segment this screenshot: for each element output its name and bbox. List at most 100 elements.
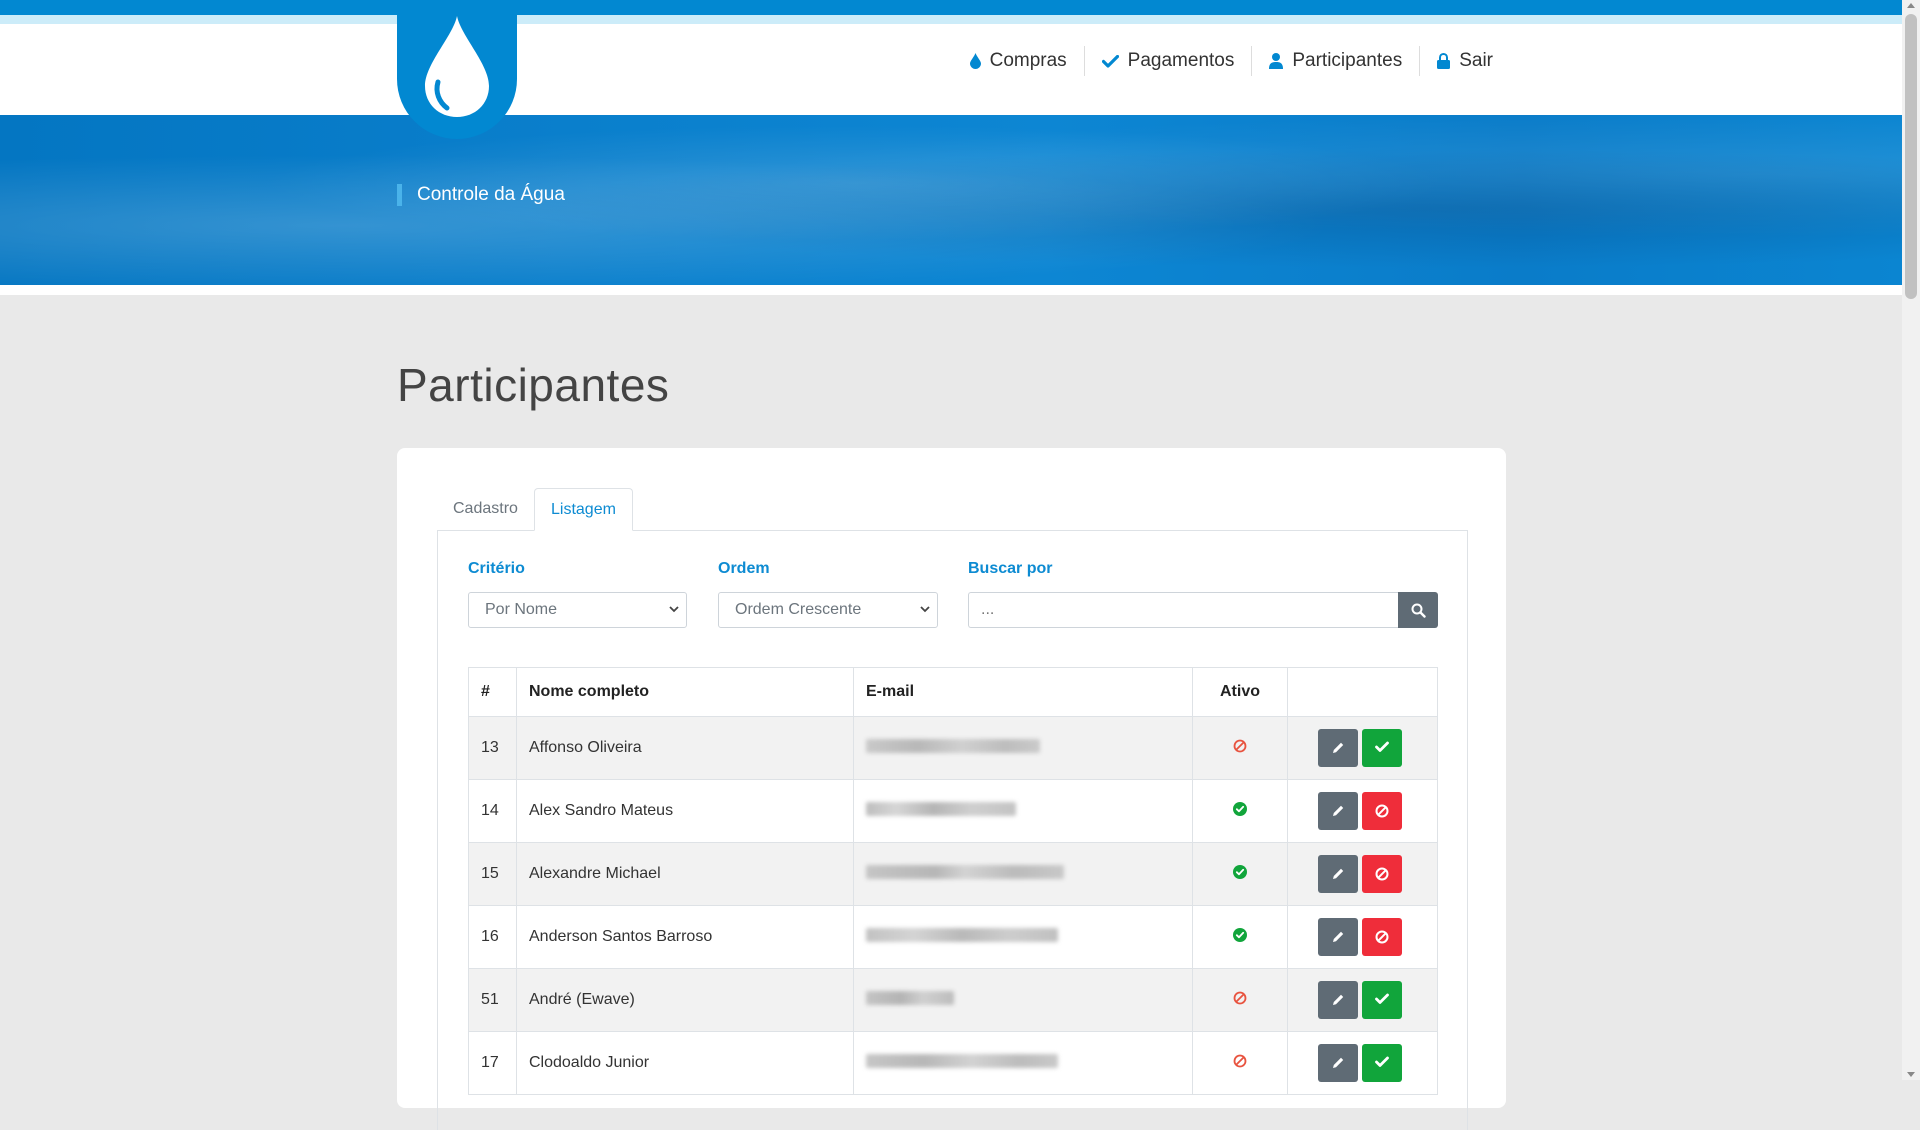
chevron-down-icon xyxy=(669,606,679,613)
row-id: 13 xyxy=(468,716,517,780)
deactivate-button[interactable] xyxy=(1362,855,1402,893)
row-id: 14 xyxy=(468,779,517,843)
row-ativo xyxy=(1192,968,1288,1032)
criterio-select[interactable]: Por Nome xyxy=(468,592,687,628)
check-icon xyxy=(1375,993,1389,1004)
row-email-redacted xyxy=(853,905,1193,969)
row-ativo xyxy=(1192,842,1288,906)
edit-button[interactable] xyxy=(1318,1044,1358,1082)
pencil-icon xyxy=(1333,931,1344,942)
col-header-id: # xyxy=(468,667,517,717)
drop-icon xyxy=(969,53,981,69)
edit-button[interactable] xyxy=(1318,981,1358,1019)
hero-banner: Controle da Água xyxy=(0,115,1902,285)
row-name: Affonso Oliveira xyxy=(516,716,854,780)
check-icon xyxy=(1375,1056,1389,1067)
listagem-panel: Critério Por Nome Ordem Ordem Crescente … xyxy=(437,530,1468,1130)
activate-button[interactable] xyxy=(1362,1044,1402,1082)
pencil-icon xyxy=(1333,742,1344,753)
scroll-thumb[interactable] xyxy=(1905,14,1917,299)
ordem-label: Ordem xyxy=(718,560,770,577)
row-ativo xyxy=(1192,779,1288,843)
row-email-redacted xyxy=(853,716,1193,780)
lock-icon xyxy=(1437,53,1451,69)
col-header-ativo: Ativo xyxy=(1192,667,1288,717)
ban-icon xyxy=(1375,804,1389,818)
table-row: 13 Affonso Oliveira xyxy=(468,716,1438,780)
table-row: 16 Anderson Santos Barroso xyxy=(468,905,1438,969)
row-email-redacted xyxy=(853,842,1193,906)
row-name: Anderson Santos Barroso xyxy=(516,905,854,969)
row-actions xyxy=(1287,716,1438,780)
ban-icon xyxy=(1375,930,1389,944)
tab-bar: Cadastro Listagem xyxy=(437,488,1467,531)
pencil-icon xyxy=(1333,1057,1344,1068)
table-row: 14 Alex Sandro Mateus xyxy=(468,779,1438,843)
row-email-redacted xyxy=(853,968,1193,1032)
nav-item-pagamentos[interactable]: Pagamentos xyxy=(1083,46,1252,76)
col-header-email: E-mail xyxy=(853,667,1193,717)
tab-listagem[interactable]: Listagem xyxy=(534,488,633,531)
row-name: Alex Sandro Mateus xyxy=(516,779,854,843)
user-icon xyxy=(1269,53,1284,69)
edit-button[interactable] xyxy=(1318,792,1358,830)
active-icon xyxy=(1233,927,1247,942)
top-accent-stripe-light xyxy=(0,15,1902,24)
active-icon xyxy=(1233,801,1247,816)
row-id: 15 xyxy=(468,842,517,906)
inactive-icon xyxy=(1233,739,1247,752)
scroll-down-arrow-icon[interactable] xyxy=(1907,1072,1915,1077)
scroll-up-arrow-icon[interactable] xyxy=(1907,3,1915,8)
water-drop-icon xyxy=(425,16,489,117)
search-input[interactable] xyxy=(968,592,1398,628)
app-logo[interactable] xyxy=(397,0,517,139)
nav-label: Compras xyxy=(989,50,1067,71)
nav-label: Sair xyxy=(1459,50,1493,71)
check-icon xyxy=(1101,54,1119,68)
edit-button[interactable] xyxy=(1318,918,1358,956)
page-title: Participantes xyxy=(397,359,670,411)
ban-icon xyxy=(1375,867,1389,881)
row-name: Alexandre Michael xyxy=(516,842,854,906)
nav-item-participantes[interactable]: Participantes xyxy=(1251,46,1419,76)
table-row: 51 André (Ewave) xyxy=(468,968,1438,1032)
deactivate-button[interactable] xyxy=(1362,792,1402,830)
edit-button[interactable] xyxy=(1318,729,1358,767)
ordem-select[interactable]: Ordem Crescente xyxy=(718,592,938,628)
nav-label: Participantes xyxy=(1292,50,1403,71)
table-row: 15 Alexandre Michael xyxy=(468,842,1438,906)
activate-button[interactable] xyxy=(1362,981,1402,1019)
nav-item-sair[interactable]: Sair xyxy=(1419,46,1510,76)
hero-divider xyxy=(0,285,1902,295)
row-id: 51 xyxy=(468,968,517,1032)
row-ativo xyxy=(1192,716,1288,780)
col-header-name: Nome completo xyxy=(516,667,854,717)
row-actions xyxy=(1287,1031,1438,1095)
search-icon xyxy=(1411,603,1426,618)
tab-cadastro[interactable]: Cadastro xyxy=(437,488,534,530)
col-header-actions xyxy=(1287,667,1438,717)
deactivate-button[interactable] xyxy=(1362,918,1402,956)
edit-button[interactable] xyxy=(1318,855,1358,893)
criterio-value: Por Nome xyxy=(485,601,558,618)
row-email-redacted xyxy=(853,779,1193,843)
row-name: Clodoaldo Junior xyxy=(516,1031,854,1095)
row-ativo xyxy=(1192,905,1288,969)
row-id: 16 xyxy=(468,905,517,969)
search-button[interactable] xyxy=(1398,592,1438,628)
nav-label: Pagamentos xyxy=(1127,50,1235,71)
active-icon xyxy=(1233,864,1247,879)
pencil-icon xyxy=(1333,868,1344,879)
content-card: Cadastro Listagem Critério Por Nome Orde… xyxy=(397,448,1506,1130)
inactive-icon xyxy=(1233,991,1247,1004)
page-scrollbar[interactable] xyxy=(1902,0,1920,1080)
row-actions xyxy=(1287,905,1438,969)
check-icon xyxy=(1375,741,1389,752)
buscar-label: Buscar por xyxy=(968,560,1053,577)
nav-item-compras[interactable]: Compras xyxy=(953,46,1084,76)
inactive-icon xyxy=(1233,1054,1247,1067)
activate-button[interactable] xyxy=(1362,729,1402,767)
row-name: André (Ewave) xyxy=(516,968,854,1032)
hero-title: Controle da Água xyxy=(397,184,565,206)
row-ativo xyxy=(1192,1031,1288,1095)
